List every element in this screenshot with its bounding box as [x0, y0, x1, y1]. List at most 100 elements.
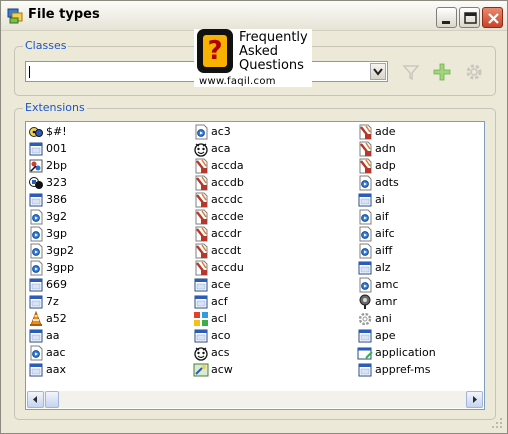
extension-label: accda [211, 159, 244, 172]
file-types-app-icon [7, 8, 23, 24]
access-icon [195, 209, 208, 225]
faq-watermark: ? Frequently Asked Questions www.faqil.c… [194, 29, 312, 87]
agent-icon [194, 143, 208, 157]
vlc-cone-icon [30, 311, 42, 326]
access-icon [195, 243, 208, 259]
window-app-icon [358, 193, 372, 207]
pin-icon [359, 294, 371, 309]
extension-label: acf [211, 295, 228, 308]
window-title: File types [28, 7, 100, 22]
faq-line-3: Questions [239, 58, 304, 73]
extension-label: acl [211, 312, 227, 325]
extension-label: ace [211, 278, 231, 291]
media-icon [30, 226, 43, 242]
extension-label: a52 [46, 312, 67, 325]
extension-label: accdr [211, 227, 242, 240]
classes-dropdown-button[interactable] [370, 63, 386, 80]
faq-line-2: Asked [239, 44, 278, 59]
extension-label: aax [46, 363, 66, 376]
access-icon [359, 124, 372, 140]
extension-label: alz [375, 261, 391, 274]
extension-label: ade [375, 125, 396, 138]
extension-label: aca [211, 142, 231, 155]
add-class-icon[interactable] [432, 62, 452, 82]
classes-group-label: Classes [23, 39, 69, 52]
extension-label: aa [46, 329, 60, 342]
extension-label: $#! [46, 125, 67, 138]
extension-label: ai [375, 193, 385, 206]
close-icon [488, 13, 499, 24]
maximize-icon [464, 12, 477, 24]
paint-icon [29, 159, 43, 173]
scroll-right-button[interactable] [466, 391, 483, 408]
media-icon [359, 175, 372, 191]
media-icon [30, 260, 43, 276]
access-icon [195, 192, 208, 208]
extension-label: aifc [375, 227, 395, 240]
arrow-right-icon [473, 396, 477, 403]
resize-grip-icon[interactable] [491, 417, 503, 429]
extension-label: adp [375, 159, 396, 172]
extension-label: acs [211, 346, 230, 359]
window-app-icon [29, 142, 43, 156]
extension-label: aif [375, 210, 389, 223]
media-icon [359, 243, 372, 259]
extension-label: aiff [375, 244, 393, 257]
extension-label: accdb [211, 176, 244, 189]
access-icon [359, 141, 372, 157]
window-app-icon [29, 295, 43, 309]
window-app-icon [194, 329, 208, 343]
media-icon [30, 209, 43, 225]
extension-label: 3gp [46, 227, 67, 240]
access-icon [195, 260, 208, 276]
filter-icon[interactable] [401, 62, 421, 82]
extension-label: 386 [46, 193, 67, 206]
window-app-icon [29, 363, 43, 377]
access-icon [195, 158, 208, 174]
access-icon [195, 226, 208, 242]
extensions-group-label: Extensions [23, 101, 87, 114]
faq-line-1: Frequently [239, 30, 308, 45]
close-button[interactable] [482, 7, 503, 28]
scroll-left-button[interactable] [27, 391, 44, 408]
faq-url: www.faqil.com [199, 76, 276, 87]
extension-label: 323 [46, 176, 67, 189]
extension-label: 001 [46, 142, 67, 155]
colorful-grid-icon [194, 312, 208, 326]
horizontal-scrollbar[interactable] [27, 391, 483, 408]
window-app-icon [29, 329, 43, 343]
extension-label: 3gp2 [46, 244, 74, 257]
access-icon [359, 158, 372, 174]
extension-label: ani [375, 312, 392, 325]
extension-label: 3g2 [46, 210, 67, 223]
maximize-button[interactable] [459, 7, 480, 28]
extension-label: acw [211, 363, 233, 376]
extension-label: aac [46, 346, 66, 359]
extension-label: adn [375, 142, 396, 155]
window-app-icon [358, 329, 372, 343]
extension-label: 3gpp [46, 261, 74, 274]
extension-label: amr [375, 295, 397, 308]
extension-label: 669 [46, 278, 67, 291]
media-icon [195, 124, 208, 140]
extension-label: amc [375, 278, 399, 291]
scrollbar-thumb[interactable] [45, 391, 59, 408]
extension-label: 7z [46, 295, 59, 308]
minimize-button[interactable] [436, 7, 457, 28]
chevron-down-icon [373, 68, 383, 76]
window-app-icon [194, 295, 208, 309]
window-app-icon [29, 278, 43, 292]
extension-label: accdt [211, 244, 242, 257]
settings-gear-icon[interactable] [464, 62, 484, 82]
file-types-window: File types Classes ? Frequently Asked Qu… [0, 0, 508, 434]
netmeeting-icon [29, 177, 43, 189]
extensions-list[interactable]: $#! 001 2bp 323 386 3g2 3gp 3gp2 3gpp 669 7z a52 aa a… [25, 121, 485, 410]
window-app-icon [29, 193, 43, 207]
title-bar[interactable]: File types [1, 1, 507, 31]
extension-label: 2bp [46, 159, 67, 172]
extension-label: adts [375, 176, 399, 189]
special-icon [29, 127, 43, 137]
text-caret [29, 66, 30, 78]
wizard-icon [193, 363, 209, 377]
arrow-left-icon [33, 396, 37, 403]
